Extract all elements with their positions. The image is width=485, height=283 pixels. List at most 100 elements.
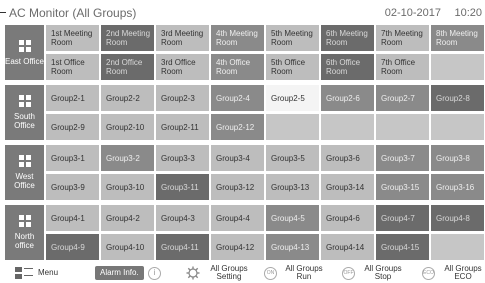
group-tile[interactable]: Group3-16 bbox=[431, 174, 484, 200]
group-tile[interactable]: 1st Office Room bbox=[46, 54, 99, 80]
group-tile[interactable]: Group4-2 bbox=[101, 205, 154, 231]
group-tile[interactable]: Group4-8 bbox=[431, 205, 484, 231]
menu-button[interactable]: Menu bbox=[15, 263, 58, 283]
office-label-block[interactable]: South Office bbox=[5, 85, 44, 140]
group-tile-label: Group2-1 bbox=[51, 93, 85, 103]
group-tile-label: Group3-6 bbox=[326, 153, 360, 163]
group-tile[interactable]: 4th Meeting Room bbox=[211, 25, 264, 51]
group-tile[interactable]: Group2-11 bbox=[156, 114, 209, 140]
group-tile[interactable]: Group4-4 bbox=[211, 205, 264, 231]
group-tile[interactable]: 2nd Meeting Room bbox=[101, 25, 154, 51]
group-tile[interactable]: Group4-3 bbox=[156, 205, 209, 231]
group-tile[interactable]: Group4-5 bbox=[266, 205, 319, 231]
group-tile[interactable]: 7th Meeting Room bbox=[376, 25, 429, 51]
office-group: East Office 1st Meeting Room 2nd Meeting R… bbox=[5, 25, 485, 80]
group-tile-label: Group2-10 bbox=[106, 122, 145, 132]
group-tile[interactable]: Group4-14 bbox=[321, 234, 374, 260]
group-tile-label: Group3-4 bbox=[216, 153, 250, 163]
group-tile[interactable]: 4th Office Room bbox=[211, 54, 264, 80]
grid-icon bbox=[18, 155, 31, 167]
group-tile[interactable]: Group3-11 bbox=[156, 174, 209, 200]
group-tile[interactable]: Group4-12 bbox=[211, 234, 264, 260]
grid-icon bbox=[18, 39, 31, 52]
group-tile[interactable]: Group3-1 bbox=[46, 145, 99, 171]
group-tile[interactable]: Group2-7 bbox=[376, 85, 429, 111]
group-tile[interactable]: Group3-3 bbox=[156, 145, 209, 171]
group-tile-label: Group2-2 bbox=[106, 93, 140, 103]
group-tile[interactable]: Group2-4 bbox=[211, 85, 264, 111]
group-tile[interactable]: 3rd Meeting Room bbox=[156, 25, 209, 51]
group-tile[interactable]: Group2-2 bbox=[101, 85, 154, 111]
group-tile[interactable]: Group3-4 bbox=[211, 145, 264, 171]
group-tile[interactable]: Group2-10 bbox=[101, 114, 154, 140]
group-tile[interactable]: Group4-11 bbox=[156, 234, 209, 260]
group-tile-label: Group4-2 bbox=[106, 213, 140, 223]
group-tile[interactable]: Group4-7 bbox=[376, 205, 429, 231]
group-tile[interactable]: Group3-8 bbox=[431, 145, 484, 171]
group-tile[interactable]: Group3-13 bbox=[266, 174, 319, 200]
group-tile[interactable]: Group2-1 bbox=[46, 85, 99, 111]
menu-icon bbox=[15, 267, 33, 279]
empty-tile bbox=[431, 54, 484, 80]
group-tile-label: Group4-10 bbox=[106, 242, 145, 252]
group-tile[interactable]: 3rd Office Room bbox=[156, 54, 209, 80]
group-tile-label: Group3-14 bbox=[326, 182, 365, 192]
all-groups-setting-button[interactable]: All Groups Setting bbox=[186, 263, 252, 283]
all-groups-stop-button[interactable]: OFF All Groups Stop bbox=[342, 263, 405, 283]
group-tile[interactable]: Group4-10 bbox=[101, 234, 154, 260]
group-tile[interactable]: Group3-14 bbox=[321, 174, 374, 200]
all-groups-run-button[interactable]: ON All Groups Run bbox=[264, 263, 325, 283]
group-tile[interactable]: 5th Office Room bbox=[266, 54, 319, 80]
group-tile[interactable]: 1st Meeting Room bbox=[46, 25, 99, 51]
group-tile[interactable]: Group2-9 bbox=[46, 114, 99, 140]
group-tile-label: Group3-7 bbox=[381, 153, 415, 163]
date-display: 02-10-2017 bbox=[384, 7, 441, 19]
alarm-info-button[interactable]: Alarm Info. bbox=[95, 263, 144, 283]
group-tile-label: 4th Office Room bbox=[216, 58, 251, 76]
empty-tile bbox=[321, 114, 374, 140]
office-label-block[interactable]: East Office bbox=[5, 25, 44, 80]
gear-icon bbox=[186, 266, 200, 280]
group-tile[interactable]: Group3-12 bbox=[211, 174, 264, 200]
group-tile[interactable]: Group2-6 bbox=[321, 85, 374, 111]
group-tile-label: Group3-3 bbox=[161, 153, 195, 163]
group-tile[interactable]: Group3-5 bbox=[266, 145, 319, 171]
office-label-block[interactable]: West Office bbox=[5, 145, 44, 200]
group-tile[interactable]: Group3-10 bbox=[101, 174, 154, 200]
group-tile-label: Group4-14 bbox=[326, 242, 365, 252]
power-off-icon: OFF bbox=[342, 266, 355, 280]
group-tile[interactable]: 5th Meeting Room bbox=[266, 25, 319, 51]
group-tile-label: Group3-1 bbox=[51, 153, 85, 163]
header-accent-line bbox=[0, 12, 6, 13]
group-tile[interactable]: Group4-15 bbox=[376, 234, 429, 260]
group-tile[interactable]: Group2-3 bbox=[156, 85, 209, 111]
group-tile[interactable]: Group2-5 bbox=[266, 85, 319, 111]
all-groups-eco-button[interactable]: ECO All Groups ECO bbox=[422, 263, 485, 283]
group-tile[interactable]: 6th Meeting Room bbox=[321, 25, 374, 51]
group-tile[interactable]: 7th Office Room bbox=[376, 54, 429, 80]
group-tile[interactable]: Group4-13 bbox=[266, 234, 319, 260]
group-tile[interactable]: 6th Office Room bbox=[321, 54, 374, 80]
group-tile-label: Group2-3 bbox=[161, 93, 195, 103]
office-label-block[interactable]: North office bbox=[5, 205, 44, 260]
group-tile[interactable]: Group2-8 bbox=[431, 85, 484, 111]
group-tile[interactable]: Group4-9 bbox=[46, 234, 99, 260]
group-tile[interactable]: Group4-1 bbox=[46, 205, 99, 231]
group-tile[interactable]: Group2-12 bbox=[211, 114, 264, 140]
group-tile[interactable]: Group3-15 bbox=[376, 174, 429, 200]
group-tile[interactable]: Group3-6 bbox=[321, 145, 374, 171]
group-tile[interactable]: Group3-2 bbox=[101, 145, 154, 171]
all-groups-eco-label: All Groups ECO bbox=[444, 264, 482, 281]
group-tile[interactable]: Group3-7 bbox=[376, 145, 429, 171]
group-tile[interactable]: Group4-6 bbox=[321, 205, 374, 231]
power-on-icon: ON bbox=[264, 266, 277, 280]
group-tile-label: Group4-8 bbox=[436, 213, 470, 223]
group-tile[interactable]: Group3-9 bbox=[46, 174, 99, 200]
group-tile-label: Group3-2 bbox=[106, 153, 140, 163]
group-tile-label: 1st Office Room bbox=[51, 58, 85, 76]
group-tile-label: Group3-13 bbox=[271, 182, 310, 192]
group-tile[interactable]: 8th Meeting Room bbox=[431, 25, 484, 51]
info-icon[interactable]: i bbox=[148, 263, 167, 283]
group-tile[interactable]: 2nd Office Room bbox=[101, 54, 154, 80]
group-tile-label: Group3-11 bbox=[161, 182, 199, 192]
